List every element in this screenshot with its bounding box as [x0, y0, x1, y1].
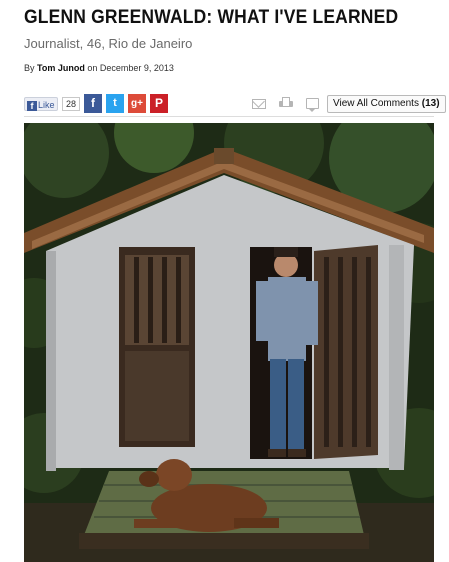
publish-date: on December 9, 2013 — [87, 63, 174, 73]
comments-count: (13) — [421, 98, 440, 109]
print-icon[interactable] — [279, 97, 293, 109]
photo-illustration — [24, 123, 434, 562]
facebook-like-label: Like — [38, 100, 55, 110]
facebook-icon: f — [91, 96, 95, 110]
dek-subtitle: Journalist, 46, Rio de Janeiro — [24, 36, 193, 51]
article-photo — [24, 123, 434, 562]
google-plus-share-button[interactable]: g+ — [128, 94, 146, 113]
share-toolbar: f Like 28 f t g+ P View All Comments (13) — [24, 94, 446, 117]
comments-label: View All Comments — [333, 98, 419, 109]
headline: GLENN GREENWALD: WHAT I'VE LEARNED — [24, 7, 399, 28]
pinterest-share-button[interactable]: P — [150, 94, 168, 113]
facebook-like-button[interactable]: f Like — [24, 97, 58, 111]
byline: By Tom Junod on December 9, 2013 — [24, 63, 174, 73]
google-plus-icon: g+ — [131, 98, 143, 109]
email-icon[interactable] — [252, 99, 266, 109]
facebook-share-button[interactable]: f — [84, 94, 102, 113]
pinterest-icon: P — [154, 96, 163, 110]
author-link[interactable]: Tom Junod — [37, 63, 85, 73]
share-divider — [24, 116, 434, 117]
byline-prefix: By — [24, 63, 35, 73]
like-count: 28 — [62, 97, 80, 111]
twitter-share-button[interactable]: t — [106, 94, 124, 113]
comment-icon[interactable] — [306, 98, 319, 112]
view-all-comments-button[interactable]: View All Comments (13) — [327, 95, 446, 113]
facebook-like-icon: f — [27, 101, 37, 111]
twitter-icon: t — [113, 97, 117, 109]
